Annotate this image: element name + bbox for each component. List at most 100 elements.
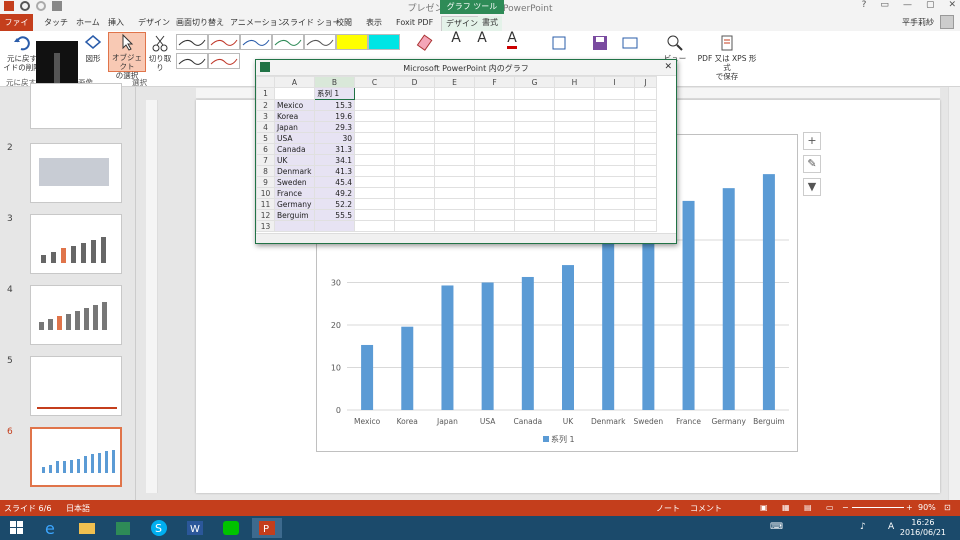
column-header[interactable]: B bbox=[314, 76, 355, 88]
save-as-pdf-button[interactable]: PDF 又は XPS 形式 で保存 bbox=[694, 34, 760, 81]
cell[interactable] bbox=[514, 143, 555, 155]
slide-thumbnail-1[interactable] bbox=[30, 83, 122, 129]
cell[interactable] bbox=[594, 87, 635, 100]
value-cell[interactable]: 34.1 bbox=[314, 154, 355, 166]
word-icon[interactable]: W bbox=[180, 518, 210, 538]
cell[interactable] bbox=[474, 209, 515, 221]
spreadsheet-row[interactable]: 13 bbox=[256, 220, 657, 232]
slide-thumbnail-3[interactable] bbox=[30, 214, 122, 274]
cell[interactable] bbox=[514, 154, 555, 166]
line-icon[interactable] bbox=[216, 518, 246, 538]
cell[interactable] bbox=[594, 165, 635, 177]
cell[interactable] bbox=[474, 121, 515, 133]
skype-icon[interactable]: S bbox=[144, 518, 174, 538]
tab-view[interactable]: 表示 bbox=[362, 16, 386, 31]
cell[interactable] bbox=[554, 165, 595, 177]
cell[interactable] bbox=[474, 143, 515, 155]
cell[interactable] bbox=[514, 198, 555, 210]
cell[interactable] bbox=[594, 154, 635, 166]
close-icon[interactable]: ✕ bbox=[948, 0, 956, 10]
cell[interactable] bbox=[474, 132, 515, 144]
ime-indicator[interactable]: A bbox=[888, 522, 894, 532]
chart-bar[interactable] bbox=[441, 285, 454, 410]
category-cell[interactable]: France bbox=[274, 187, 315, 199]
chart-bar[interactable] bbox=[762, 174, 775, 410]
tab-home[interactable]: ホーム bbox=[72, 16, 104, 31]
text-shrink-button[interactable]: A bbox=[470, 31, 494, 45]
cell[interactable] bbox=[554, 143, 595, 155]
cell[interactable] bbox=[554, 121, 595, 133]
tab-review[interactable]: 校閲 bbox=[332, 16, 356, 31]
value-cell[interactable] bbox=[314, 220, 355, 232]
spreadsheet-row[interactable]: 4 Japan 29.3 bbox=[256, 121, 657, 133]
chart-data-window[interactable]: Microsoft PowerPoint 内のグラフ ✕ A B C D E F… bbox=[255, 59, 677, 244]
zoom-out-icon[interactable]: − bbox=[842, 503, 849, 512]
highlighter-yellow[interactable] bbox=[336, 34, 368, 50]
language-indicator[interactable]: 日本語 bbox=[66, 503, 90, 514]
cell[interactable] bbox=[594, 220, 635, 232]
slide-thumbnail-4[interactable] bbox=[30, 285, 122, 345]
normal-view-icon[interactable]: ▣ bbox=[760, 503, 768, 512]
row-header[interactable]: 7 bbox=[256, 154, 275, 166]
cell[interactable]: 系列 1 bbox=[314, 87, 355, 100]
cell[interactable] bbox=[554, 198, 595, 210]
cell[interactable] bbox=[434, 143, 475, 155]
spreadsheet-row[interactable]: 7 UK 34.1 bbox=[256, 154, 657, 166]
category-cell[interactable]: Berguim bbox=[274, 209, 315, 221]
cell[interactable] bbox=[554, 99, 595, 111]
text-grow-button[interactable]: A bbox=[444, 31, 468, 45]
cell[interactable] bbox=[554, 176, 595, 188]
store-icon[interactable] bbox=[108, 518, 138, 538]
value-cell[interactable]: 55.5 bbox=[314, 209, 355, 221]
cell[interactable] bbox=[514, 187, 555, 199]
cell[interactable] bbox=[394, 209, 435, 221]
value-cell[interactable]: 30 bbox=[314, 132, 355, 144]
cell[interactable] bbox=[354, 99, 395, 111]
fit-button[interactable] bbox=[546, 34, 572, 54]
cell[interactable] bbox=[394, 165, 435, 177]
cell[interactable] bbox=[434, 110, 475, 122]
ie-icon[interactable]: e bbox=[36, 518, 66, 538]
cell[interactable] bbox=[634, 143, 657, 155]
cell[interactable] bbox=[394, 143, 435, 155]
row-header[interactable]: 4 bbox=[256, 121, 275, 133]
category-cell[interactable]: UK bbox=[274, 154, 315, 166]
row-header[interactable]: 11 bbox=[256, 198, 275, 210]
cell[interactable] bbox=[394, 220, 435, 232]
cell[interactable] bbox=[634, 198, 657, 210]
powerpoint-taskbar-icon[interactable]: P bbox=[252, 518, 282, 538]
chart-bar[interactable] bbox=[361, 344, 374, 410]
eraser-button[interactable] bbox=[412, 34, 438, 54]
value-cell[interactable]: 49.2 bbox=[314, 187, 355, 199]
cell[interactable] bbox=[434, 154, 475, 166]
cell[interactable] bbox=[474, 176, 515, 188]
cell[interactable] bbox=[394, 154, 435, 166]
chart-bar[interactable] bbox=[562, 265, 574, 410]
cell[interactable] bbox=[634, 87, 657, 100]
zoom-in-icon[interactable]: + bbox=[906, 503, 913, 512]
cell[interactable] bbox=[514, 121, 555, 133]
cell[interactable] bbox=[354, 154, 395, 166]
chart-styles-button[interactable]: ✎ bbox=[803, 155, 821, 173]
tab-chart-format[interactable]: 書式 bbox=[478, 16, 502, 31]
spreadsheet-grid[interactable]: A B C D E F G H I J 1 系列 1 2 Mexico 15.3 3 K… bbox=[256, 76, 657, 232]
fit-slide-icon[interactable]: ⊡ bbox=[944, 503, 951, 512]
cell[interactable] bbox=[634, 99, 657, 111]
highlighter-cyan[interactable] bbox=[368, 34, 400, 50]
tab-touch[interactable]: タッチ bbox=[40, 16, 72, 31]
value-cell[interactable]: 19.6 bbox=[314, 110, 355, 122]
cell[interactable] bbox=[474, 99, 515, 111]
tab-transitions[interactable]: 画面切り替え bbox=[172, 16, 228, 31]
column-header[interactable]: H bbox=[554, 76, 595, 88]
tab-insert[interactable]: 挿入 bbox=[104, 16, 128, 31]
cell[interactable] bbox=[554, 220, 595, 232]
cell[interactable] bbox=[354, 121, 395, 133]
tab-design[interactable]: デザイン bbox=[134, 16, 174, 31]
cell[interactable] bbox=[634, 220, 657, 232]
column-header[interactable]: C bbox=[354, 76, 395, 88]
cell[interactable] bbox=[354, 187, 395, 199]
cell[interactable] bbox=[434, 165, 475, 177]
vertical-scrollbar[interactable] bbox=[948, 87, 960, 500]
value-cell[interactable]: 15.3 bbox=[314, 99, 355, 111]
spreadsheet-row[interactable]: 8 Denmark 41.3 bbox=[256, 165, 657, 177]
